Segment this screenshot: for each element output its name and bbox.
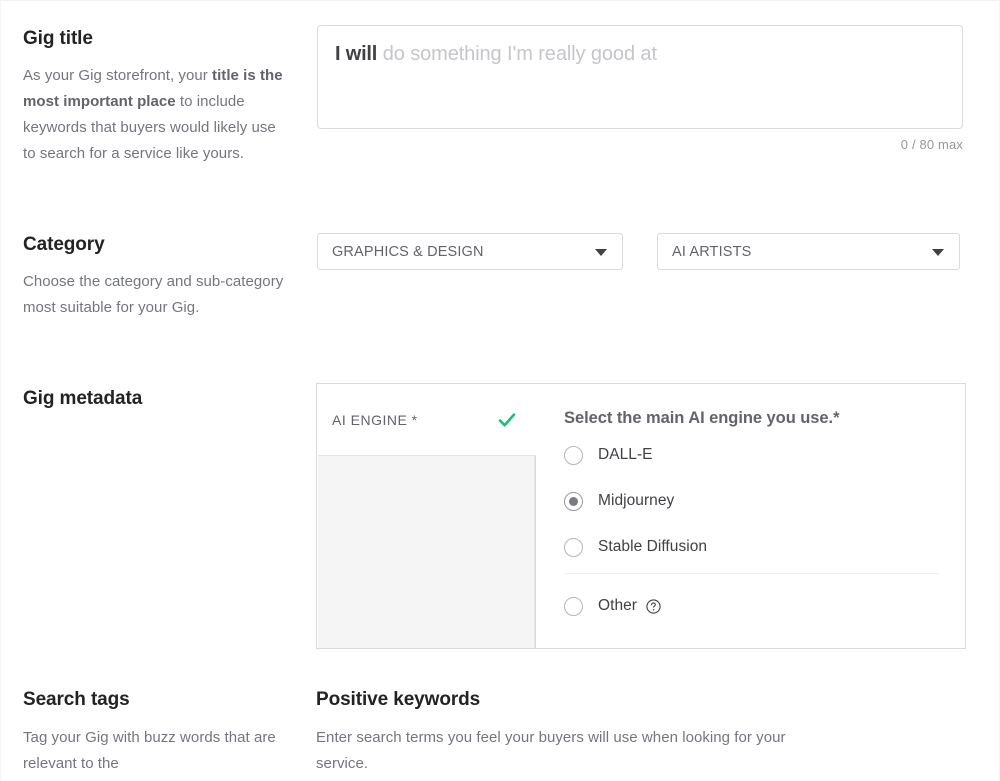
help-circle-icon[interactable] bbox=[646, 599, 661, 614]
gig-title-description: As your Gig storefront, your title is th… bbox=[23, 63, 285, 167]
positive-keywords-heading: Positive keywords bbox=[316, 689, 480, 711]
category-heading: Category bbox=[23, 234, 105, 256]
gig-title-heading: Gig title bbox=[23, 28, 93, 50]
radio-circle-icon[interactable] bbox=[564, 538, 583, 557]
radio-option-midjourney[interactable]: Midjourney bbox=[564, 490, 674, 512]
category-dropdown-value: GRAPHICS & DESIGN bbox=[332, 244, 484, 260]
positive-keywords-description: Enter search terms you feel your buyers … bbox=[316, 725, 786, 777]
metadata-field-ai-engine[interactable]: AI ENGINE * bbox=[317, 384, 535, 455]
options-separator bbox=[564, 573, 939, 574]
radio-option-other[interactable]: Other bbox=[564, 595, 661, 617]
radio-circle-selected-icon[interactable] bbox=[564, 492, 583, 511]
gig-title-input-content: I will do something I'm really good at bbox=[335, 39, 657, 69]
metadata-field-label: AI ENGINE * bbox=[332, 412, 418, 428]
radio-option-label: Other bbox=[598, 597, 637, 615]
check-icon bbox=[497, 410, 517, 430]
gig-title-description-part1: As your Gig storefront, your bbox=[23, 67, 212, 84]
radio-option-dall-e[interactable]: DALL-E bbox=[564, 444, 653, 466]
search-tags-heading: Search tags bbox=[23, 689, 130, 711]
chevron-down-icon bbox=[595, 249, 607, 256]
metadata-options-pane: Select the main AI engine you use.* DALL… bbox=[536, 384, 965, 648]
category-description: Choose the category and sub-category mos… bbox=[23, 269, 285, 321]
radio-option-label: Stable Diffusion bbox=[598, 538, 707, 556]
radio-option-label: DALL-E bbox=[598, 446, 653, 464]
metadata-field-list-empty-area bbox=[318, 455, 535, 648]
chevron-down-icon bbox=[932, 249, 944, 256]
gig-title-placeholder: do something I'm really good at bbox=[383, 43, 657, 65]
subcategory-dropdown-value: AI ARTISTS bbox=[672, 244, 751, 260]
category-dropdown[interactable]: GRAPHICS & DESIGN bbox=[317, 233, 623, 270]
radio-circle-icon[interactable] bbox=[564, 597, 583, 616]
gig-metadata-panel: AI ENGINE * Select the main AI engine yo… bbox=[316, 383, 966, 649]
subcategory-dropdown[interactable]: AI ARTISTS bbox=[657, 233, 960, 270]
radio-option-stable-diffusion[interactable]: Stable Diffusion bbox=[564, 536, 707, 558]
metadata-field-list: AI ENGINE * bbox=[317, 384, 535, 648]
gig-overview-form: Gig title As your Gig storefront, your t… bbox=[0, 0, 1000, 781]
gig-title-input[interactable]: I will do something I'm really good at bbox=[317, 25, 963, 129]
radio-circle-icon[interactable] bbox=[564, 446, 583, 465]
radio-option-label: Midjourney bbox=[598, 492, 674, 510]
gig-title-character-counter: 0 / 80 max bbox=[763, 137, 963, 152]
search-tags-description: Tag your Gig with buzz words that are re… bbox=[23, 725, 293, 777]
gig-title-prefix: I will bbox=[335, 43, 377, 65]
gig-metadata-heading: Gig metadata bbox=[23, 388, 142, 410]
metadata-options-title: Select the main AI engine you use.* bbox=[564, 409, 839, 428]
